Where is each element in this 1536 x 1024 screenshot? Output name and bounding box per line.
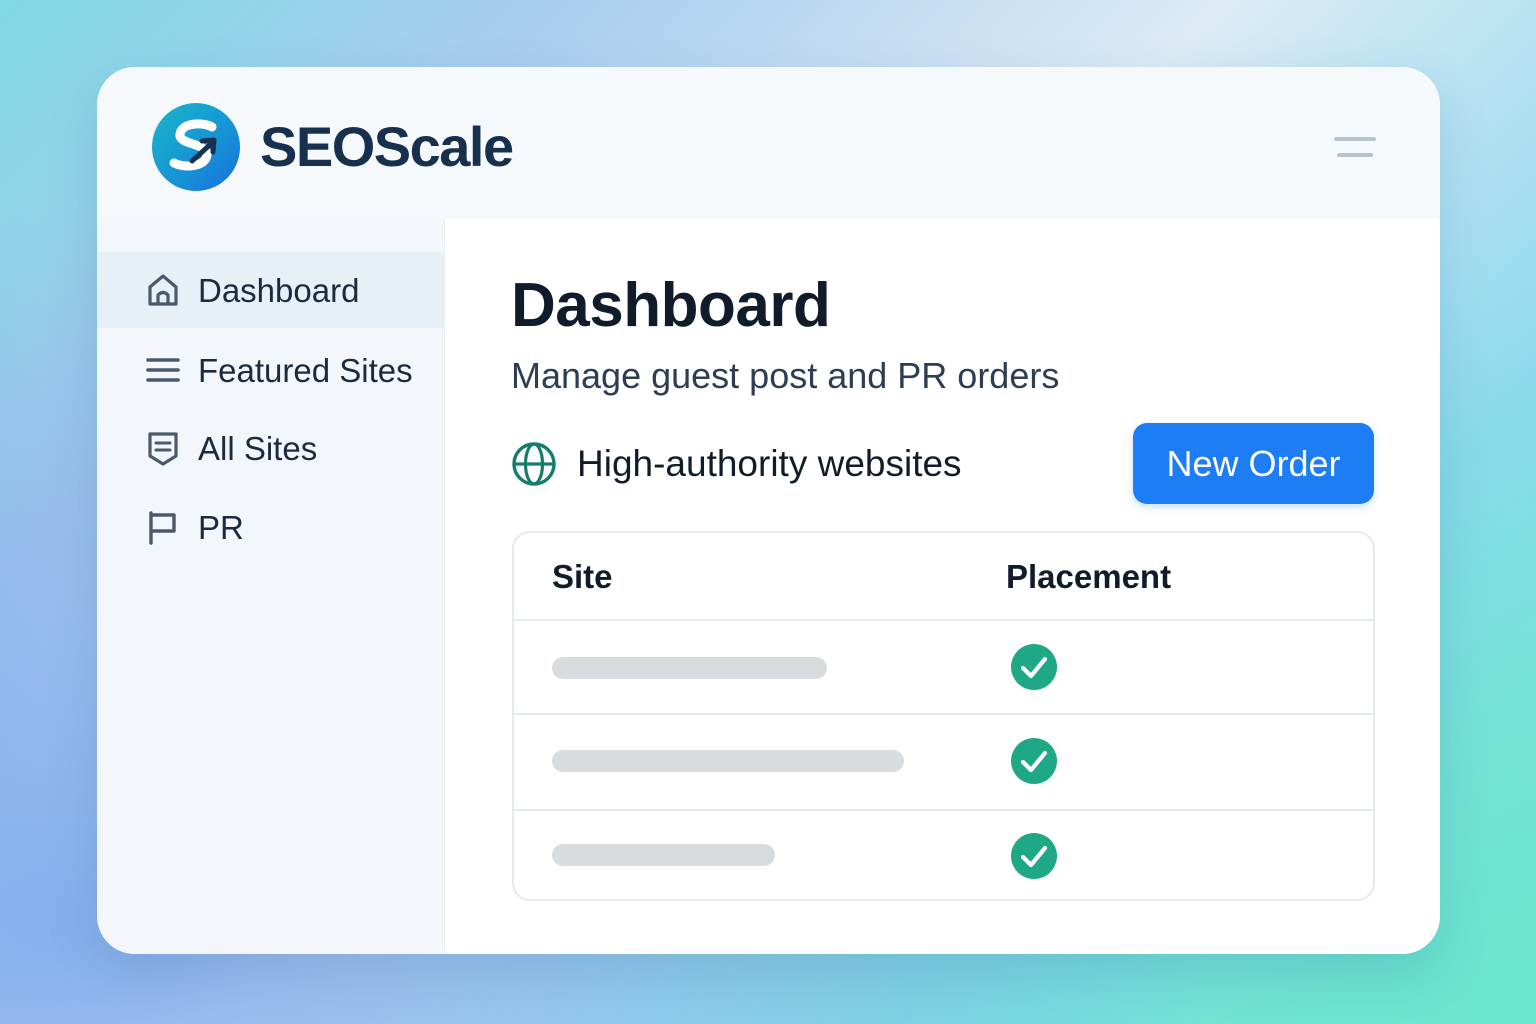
site-placeholder-bar (552, 657, 827, 679)
sidebar: Dashboard Featured Sites All Sites PR (97, 219, 445, 954)
home-icon (148, 274, 178, 306)
section-label: High-authority websites (577, 443, 962, 484)
app-window: SEOScale Dashboard Featured Sites All Si… (97, 67, 1440, 954)
seoscale-logo-icon (152, 103, 240, 191)
site-placeholder-bar (552, 844, 775, 866)
check-circle-icon (1011, 644, 1057, 690)
table-row[interactable] (514, 619, 1373, 715)
main-content: Dashboard Manage guest post and PR order… (445, 219, 1440, 954)
table-header: Site Placement (514, 533, 1373, 621)
new-order-button[interactable]: New Order (1133, 423, 1374, 504)
sidebar-item-pr[interactable]: PR (97, 489, 444, 565)
sidebar-item-label: Featured Sites (198, 352, 413, 389)
flag-icon (149, 511, 176, 545)
list-icon (146, 358, 180, 382)
column-header-placement: Placement (1006, 558, 1172, 595)
sidebar-item-featured-sites[interactable]: Featured Sites (97, 332, 444, 408)
table-row[interactable] (514, 811, 1373, 899)
orders-table: Site Placement (512, 531, 1375, 901)
site-placeholder-bar (552, 750, 904, 772)
sidebar-item-dashboard[interactable]: Dashboard (97, 252, 444, 328)
sidebar-item-label: PR (198, 509, 244, 546)
table-row[interactable] (514, 715, 1373, 811)
column-header-site: Site (552, 558, 613, 595)
globe-icon (512, 442, 556, 486)
document-icon (148, 432, 178, 466)
menu-line-top (1334, 137, 1376, 141)
page-subtitle: Manage guest post and PR orders (511, 355, 1060, 396)
menu-line-bottom (1337, 153, 1373, 157)
check-circle-icon (1011, 738, 1057, 784)
page-title: Dashboard (511, 271, 831, 340)
menu-button[interactable] (1334, 137, 1376, 161)
check-circle-icon (1011, 833, 1057, 879)
sidebar-item-label: All Sites (198, 430, 318, 467)
header: SEOScale (97, 67, 1440, 219)
sidebar-item-label: Dashboard (198, 272, 360, 309)
brand-name: SEOScale (260, 115, 514, 178)
sidebar-item-all-sites[interactable]: All Sites (97, 410, 444, 486)
